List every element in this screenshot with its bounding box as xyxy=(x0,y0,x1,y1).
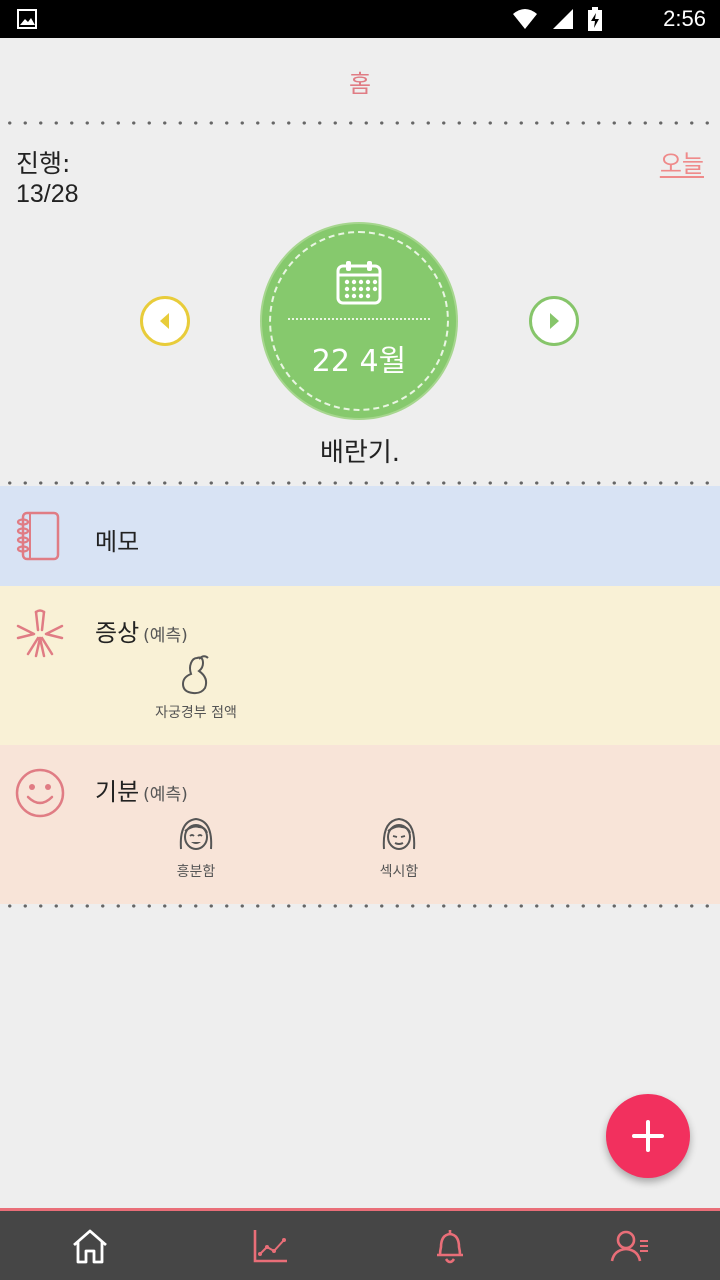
symptom-star-icon xyxy=(16,609,64,658)
chevron-right-icon xyxy=(550,313,559,329)
day-circle-separator xyxy=(288,318,430,320)
add-entry-button[interactable] xyxy=(606,1094,690,1178)
excited-face-icon xyxy=(179,817,213,850)
symptoms-predicted-label: (예측) xyxy=(143,626,188,646)
symptom-label: 자궁경부 점액 xyxy=(155,705,237,721)
symptoms-title: 증상 (예측) xyxy=(95,613,188,648)
sexy-face-icon xyxy=(382,817,416,850)
notes-title: 메모 xyxy=(95,528,140,556)
page-title: 홈 xyxy=(348,70,372,98)
status-bar: 2:56 xyxy=(0,0,720,38)
profile-icon xyxy=(610,1230,648,1261)
divider xyxy=(0,121,720,125)
notes-row[interactable]: 메모 xyxy=(0,486,720,586)
signal-icon xyxy=(553,9,573,29)
chart-icon xyxy=(253,1229,287,1262)
plus-icon xyxy=(632,1120,664,1152)
bottom-navigation xyxy=(0,1208,720,1280)
mood-row[interactable]: 기분 (예측) 흥분함 섹시함 xyxy=(0,745,720,904)
image-icon xyxy=(17,9,37,29)
smiley-icon xyxy=(15,768,65,818)
app-header: 홈 xyxy=(0,38,720,122)
mood-predicted-label: (예측) xyxy=(143,785,188,805)
status-time: 2:56 xyxy=(663,6,706,31)
wifi-icon xyxy=(513,9,537,29)
day-circle-ring xyxy=(269,231,449,411)
cycle-phase: 배란기. xyxy=(319,438,401,468)
divider xyxy=(0,481,720,485)
today-link[interactable]: 오늘 xyxy=(660,144,704,179)
previous-day-button[interactable] xyxy=(140,296,190,346)
chevron-left-icon xyxy=(160,313,169,329)
cervical-mucus-icon xyxy=(181,655,209,695)
selected-date: 22 4월 xyxy=(311,344,407,379)
notebook-icon xyxy=(16,511,60,561)
mood-label: 흥분함 xyxy=(176,864,216,880)
symptoms-row[interactable]: 증상 (예측) 자궁경부 점액 xyxy=(0,586,720,745)
progress-value: 13/28 xyxy=(16,180,79,208)
mood-title-text: 기분 xyxy=(95,778,140,806)
mood-title: 기분 (예측) xyxy=(95,772,188,807)
mood-item[interactable]: 흥분함 xyxy=(126,815,266,881)
symptoms-title-text: 증상 xyxy=(95,619,140,647)
tab-profile[interactable] xyxy=(540,1211,720,1280)
progress-label: 진행: xyxy=(16,149,71,178)
tab-home[interactable] xyxy=(0,1211,180,1280)
home-icon xyxy=(73,1229,107,1263)
divider xyxy=(0,904,720,908)
day-circle[interactable]: 22 4월 xyxy=(262,224,456,418)
bell-icon xyxy=(437,1229,463,1263)
next-day-button[interactable] xyxy=(529,296,579,346)
calendar-icon xyxy=(336,261,382,305)
tab-reminders[interactable] xyxy=(360,1211,540,1280)
tab-chart[interactable] xyxy=(180,1211,360,1280)
mood-item[interactable]: 섹시함 xyxy=(329,815,469,881)
mood-label: 섹시함 xyxy=(379,864,419,880)
battery-charging-icon xyxy=(588,7,602,31)
symptom-item[interactable]: 자궁경부 점액 xyxy=(126,654,266,722)
